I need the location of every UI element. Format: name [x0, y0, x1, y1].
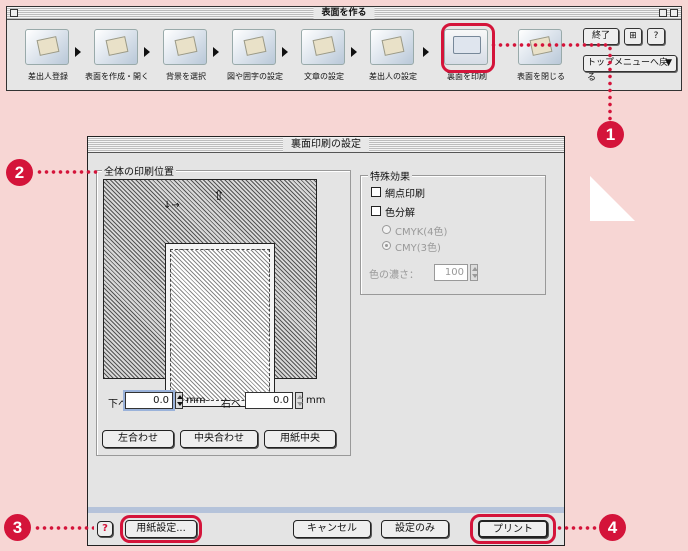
callout-leader [556, 526, 600, 530]
step-close[interactable]: 表面を閉じる [510, 27, 572, 83]
down-offset-input[interactable]: 0.0 [125, 392, 173, 409]
chevron-down-icon: ▼ [665, 58, 672, 68]
step-label: 文章の設定 [304, 72, 344, 81]
top-menu-label: トップメニューへ戻る [587, 58, 669, 83]
tool-window: 表面を作る 差出人登録 表面を作成・開く 背景を選択 図や囲字の設定 文章の設定… [6, 6, 682, 91]
callout-4: 4 [599, 514, 626, 541]
card-icon [370, 29, 414, 65]
step-background[interactable]: 背景を選択 [155, 27, 217, 83]
right-label: 右へ [221, 399, 241, 410]
halftone-checkbox[interactable] [371, 187, 381, 197]
step-label: 図や囲字の設定 [227, 72, 283, 81]
halftone-label: 網点印刷 [385, 189, 425, 200]
close-box-icon[interactable] [10, 9, 18, 17]
color-separation-checkbox[interactable] [371, 206, 381, 216]
highlight-frame [120, 515, 202, 543]
tool-window-titlebar[interactable]: 表面を作る [7, 7, 681, 20]
down-stepper[interactable] [175, 392, 183, 409]
step-sender-register[interactable]: 差出人登録 [17, 27, 79, 83]
arrow-right-icon [282, 47, 288, 57]
callout-leader [490, 43, 610, 47]
cmyk-radio[interactable] [382, 225, 391, 234]
step-label: 表面を作成・開く [85, 72, 149, 81]
arrow-up-icon: ⇧ [213, 188, 225, 204]
step-label: 表面を閉じる [517, 72, 565, 81]
step-create-open[interactable]: 表面を作成・開く [85, 27, 149, 83]
cancel-button[interactable]: キャンセル [293, 520, 371, 538]
settings-only-button[interactable]: 設定のみ [381, 520, 449, 538]
callout-3: 3 [4, 514, 31, 541]
align-center-button[interactable]: 中央合わせ [180, 430, 258, 448]
arrow-down-right-icon: ↓→ [163, 200, 180, 211]
collapse-box-icon[interactable] [670, 9, 678, 17]
callout-leader [36, 170, 100, 174]
highlight-frame [441, 23, 495, 73]
print-settings-dialog: 裏面印刷の設定 全体の印刷位置 ⇧ ↓→ 下へ 0.0 mm 右へ 0.0 mm… [87, 136, 565, 546]
special-effects-label: 特殊効果 [368, 168, 412, 183]
callout-leader [608, 45, 612, 121]
callout-leader [34, 526, 94, 530]
arrow-right-icon [423, 47, 429, 57]
card-icon [163, 29, 207, 65]
print-area [170, 249, 270, 401]
decorative-triangle [590, 176, 635, 221]
callout-2: 2 [6, 159, 33, 186]
step-sender-settings[interactable]: 差出人の設定 [362, 27, 424, 83]
print-preview[interactable]: ⇧ ↓→ [103, 179, 317, 407]
top-menu-popup[interactable]: トップメニューへ戻る ▼ [583, 55, 677, 83]
arrow-right-icon [75, 47, 81, 57]
card-icon [518, 29, 562, 65]
step-text[interactable]: 文章の設定 [293, 27, 355, 83]
mm-unit-label: mm [186, 395, 206, 406]
density-stepper[interactable] [470, 264, 478, 281]
help-button[interactable]: ? [97, 521, 113, 537]
card-icon [301, 29, 345, 65]
arrow-right-icon [351, 47, 357, 57]
step-label: 差出人登録 [28, 72, 68, 81]
right-offset-input[interactable]: 0.0 [245, 392, 293, 409]
divider [88, 507, 564, 513]
step-label: 差出人の設定 [369, 72, 417, 81]
dialog-titlebar[interactable]: 裏面印刷の設定 [88, 137, 564, 153]
card-icon [232, 29, 276, 65]
align-left-button[interactable]: 左合わせ [102, 430, 174, 448]
cmy-label: CMY(3色) [395, 243, 441, 254]
density-label: 色の濃さ： [369, 270, 419, 281]
highlight-frame [470, 514, 556, 544]
step-figures[interactable]: 図や囲字の設定 [224, 27, 286, 83]
density-input[interactable]: 100 [434, 264, 468, 281]
callout-1: 1 [597, 121, 624, 148]
right-stepper[interactable] [295, 392, 303, 409]
color-separation-label: 色分解 [385, 208, 415, 219]
card-icon [25, 29, 69, 65]
tool-window-title: 表面を作る [313, 7, 375, 19]
arrow-right-icon [144, 47, 150, 57]
step-label: 背景を選択 [166, 72, 206, 81]
paper-preview[interactable] [165, 243, 275, 407]
paper-center-button[interactable]: 用紙中央 [264, 430, 336, 448]
mm-unit-label: mm [306, 395, 326, 406]
zoom-box-icon[interactable] [659, 9, 667, 17]
print-position-label: 全体の印刷位置 [102, 163, 176, 178]
cmy-radio[interactable] [382, 241, 391, 250]
card-icon [94, 29, 138, 65]
arrow-right-icon [213, 47, 219, 57]
window-layout-icon[interactable]: ⊞ [624, 28, 642, 45]
help-button[interactable]: ? [647, 28, 665, 45]
dialog-title: 裏面印刷の設定 [283, 138, 369, 152]
cmyk-label: CMYK(4色) [395, 227, 448, 238]
